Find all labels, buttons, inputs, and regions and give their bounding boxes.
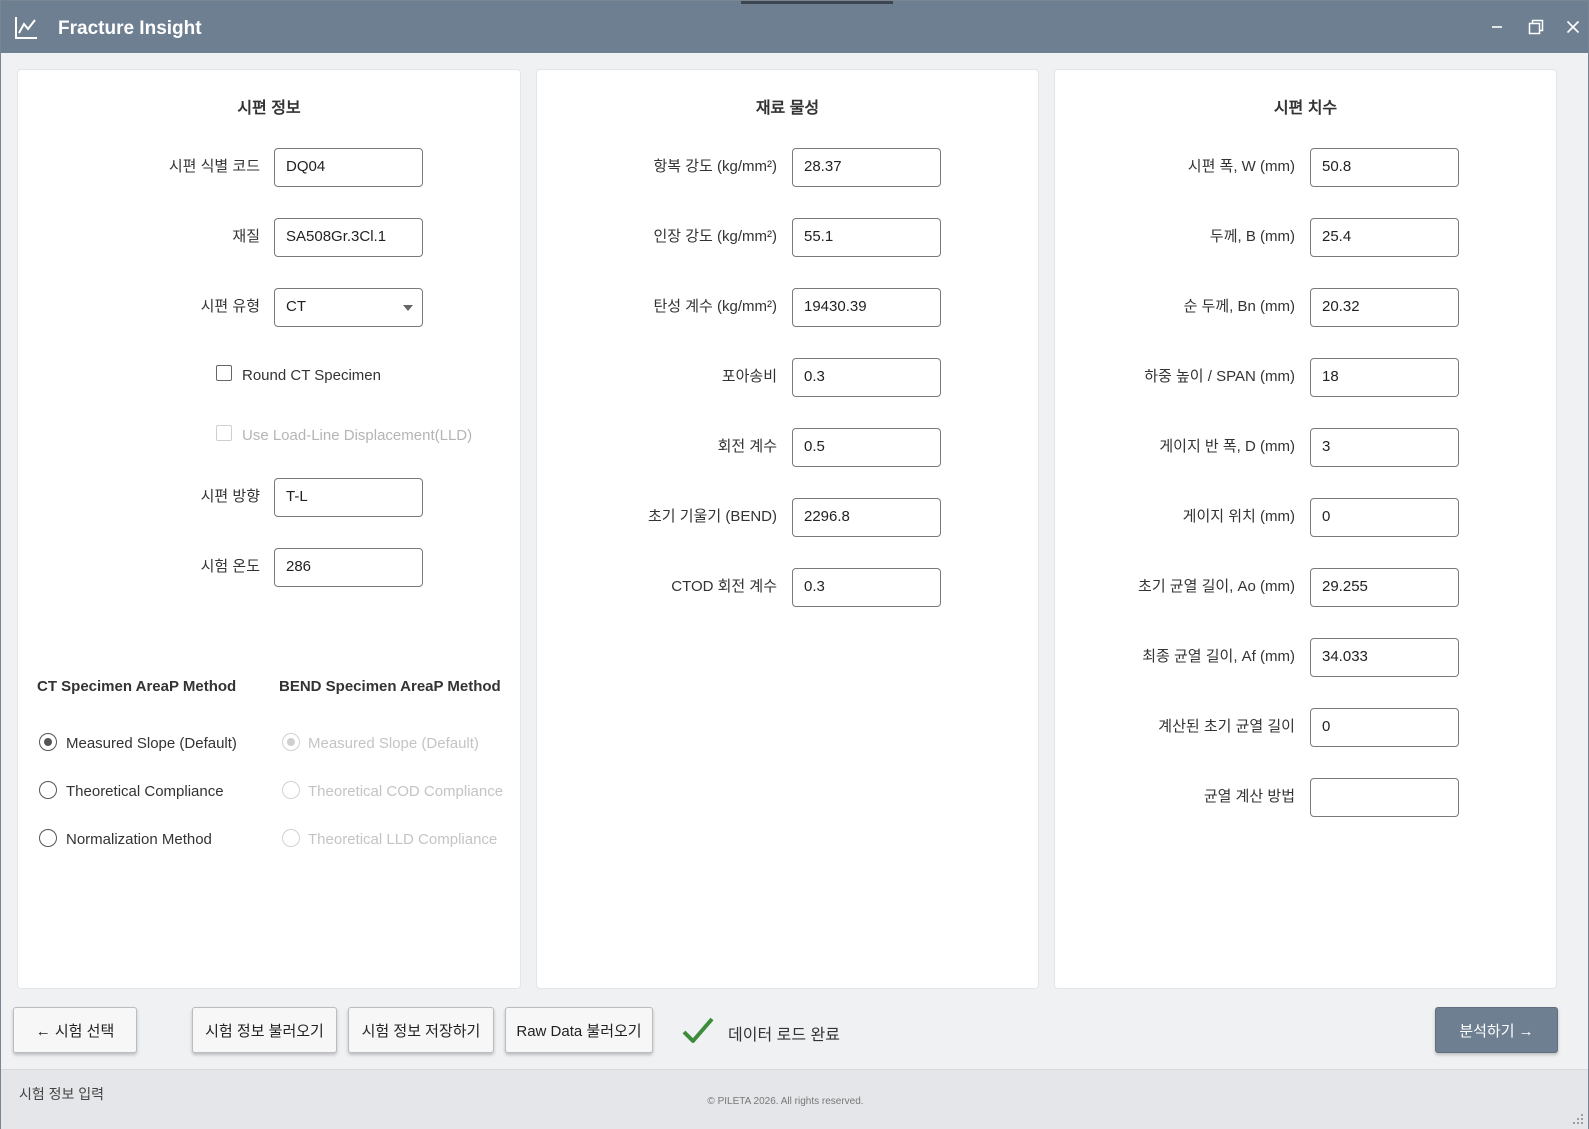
bend-method-label-lld-compliance: Theoretical LLD Compliance (308, 831, 498, 848)
analyze-button[interactable]: 분석하기 → (1435, 1007, 1558, 1053)
specimen-dimensions-panel: 시편 치수 시편 폭, W (mm) 50.8 두께, B (mm) 25.4 … (1054, 69, 1557, 989)
material-properties-panel: 재료 물성 항복 강도 (kg/mm²) 28.37 인장 강도 (kg/mm²… (536, 69, 1039, 989)
thickness-label: 두께, B (mm) (1209, 228, 1295, 245)
net-thickness-input[interactable]: 20.32 (1310, 288, 1459, 327)
bend-method-radio-lld-compliance[interactable] (282, 829, 300, 847)
yield-strength-input[interactable]: 28.37 (792, 148, 941, 187)
ct-method-label-theoretical-compliance: Theoretical Compliance (66, 783, 224, 800)
ctod-rotation-label: CTOD 회전 계수 (671, 578, 777, 595)
rotation-factor-input[interactable]: 0.5 (792, 428, 941, 467)
load-status-text: 데이터 로드 완료 (728, 1027, 840, 1044)
bend-method-title: BEND Specimen AreaP Method (279, 678, 501, 695)
initial-slope-input[interactable]: 2296.8 (792, 498, 941, 537)
specimen-type-select[interactable]: CT (274, 288, 423, 327)
title-bar-accent-line (741, 1, 893, 4)
copyright-text: © PILETA 2026. All rights reserved. (707, 1096, 864, 1107)
material-label: 재질 (232, 228, 260, 245)
restore-button[interactable] (1522, 13, 1550, 41)
calculated-crack-length-input[interactable]: 0 (1310, 708, 1459, 747)
test-temperature-label: 시험 온도 (200, 558, 260, 575)
panel-title-material: 재료 물성 (755, 100, 820, 117)
thickness-input[interactable]: 25.4 (1310, 218, 1459, 257)
orientation-input[interactable]: T-L (274, 478, 423, 517)
close-button[interactable] (1559, 13, 1587, 41)
final-crack-length-label: 최종 균열 길이, Af (mm) (1142, 648, 1295, 665)
initial-slope-label: 초기 기울기 (BEND) (647, 508, 777, 525)
rotation-factor-label: 회전 계수 (717, 438, 777, 455)
width-label: 시편 폭, W (mm) (1187, 158, 1295, 175)
close-icon (1566, 20, 1580, 34)
status-bar: 시험 정보 입력 © PILETA 2026. All rights reser… (1, 1069, 1588, 1129)
ct-method-radio-measured-slope[interactable] (39, 733, 57, 751)
tensile-strength-input[interactable]: 55.1 (792, 218, 941, 257)
round-ct-label: Round CT Specimen (242, 367, 381, 384)
bend-method-label-cod-compliance: Theoretical COD Compliance (308, 783, 504, 800)
gauge-half-width-input[interactable]: 3 (1310, 428, 1459, 467)
elastic-modulus-label: 탄성 계수 (kg/mm²) (653, 298, 777, 315)
ct-method-label-measured-slope: Measured Slope (Default) (66, 735, 237, 752)
tensile-strength-label: 인장 강도 (kg/mm²) (653, 228, 777, 245)
specimen-id-label: 시편 식별 코드 (168, 158, 260, 175)
elastic-modulus-input[interactable]: 19430.39 (792, 288, 941, 327)
back-to-test-select-button[interactable]: ← 시험 선택 (13, 1007, 137, 1053)
specimen-type-value: CT (286, 298, 306, 315)
lld-label: Use Load-Line Displacement(LLD) (242, 427, 473, 444)
gauge-half-width-label: 게이지 반 폭, D (mm) (1159, 438, 1295, 455)
load-height-span-input[interactable]: 18 (1310, 358, 1459, 397)
load-test-info-button[interactable]: 시험 정보 불러오기 (192, 1007, 337, 1053)
specimen-type-label: 시편 유형 (200, 298, 260, 315)
gauge-position-label: 게이지 위치 (mm) (1182, 508, 1295, 525)
material-input[interactable]: SA508Gr.3Cl.1 (274, 218, 423, 257)
specimen-id-input[interactable]: DQ04 (274, 148, 423, 187)
test-temperature-input[interactable]: 286 (274, 548, 423, 587)
ct-method-radio-normalization[interactable] (39, 829, 57, 847)
calculated-crack-length-label: 계산된 초기 균열 길이 (1158, 718, 1295, 735)
ct-method-radio-theoretical-compliance[interactable] (39, 781, 57, 799)
final-crack-length-input[interactable]: 34.033 (1310, 638, 1459, 677)
load-height-span-label: 하중 높이 / SPAN (mm) (1144, 368, 1295, 385)
orientation-label: 시편 방향 (200, 488, 260, 505)
width-input[interactable]: 50.8 (1310, 148, 1459, 187)
bend-method-radio-measured-slope[interactable] (282, 733, 300, 751)
crack-calc-method-label: 균열 계산 방법 (1203, 788, 1295, 805)
app-window: Fracture Insight 시편 정보 시편 식별 코드 DQ04 재질 … (0, 0, 1589, 1129)
checkmark-icon (682, 1017, 714, 1043)
lld-checkbox[interactable] (216, 425, 232, 441)
ctod-rotation-input[interactable]: 0.3 (792, 568, 941, 607)
app-title: Fracture Insight (58, 18, 202, 39)
dropdown-arrow-icon (403, 305, 413, 311)
minimize-icon (1492, 26, 1502, 28)
ct-method-title: CT Specimen AreaP Method (37, 678, 237, 695)
poisson-ratio-input[interactable]: 0.3 (792, 358, 941, 397)
yield-strength-label: 항복 강도 (kg/mm²) (653, 158, 777, 175)
round-ct-checkbox[interactable] (216, 365, 232, 381)
bend-method-radio-cod-compliance[interactable] (282, 781, 300, 799)
specimen-info-panel: 시편 정보 시편 식별 코드 DQ04 재질 SA508Gr.3Cl.1 시편 … (17, 69, 521, 989)
crack-calc-method-input[interactable] (1310, 778, 1459, 817)
resize-grip-icon[interactable] (1570, 1111, 1584, 1125)
net-thickness-label: 순 두께, Bn (mm) (1183, 298, 1295, 315)
panel-title-specimen-info: 시편 정보 (237, 100, 301, 117)
load-raw-data-button[interactable]: Raw Data 불러오기 (505, 1007, 653, 1053)
minimize-button[interactable] (1483, 13, 1511, 41)
initial-crack-length-label: 초기 균열 길이, Ao (mm) (1138, 578, 1295, 595)
initial-crack-length-input[interactable]: 29.255 (1310, 568, 1459, 607)
title-bar: Fracture Insight (1, 1, 1588, 53)
chart-line-icon (15, 17, 37, 39)
poisson-ratio-label: 포아송비 (721, 368, 777, 385)
ct-method-label-normalization: Normalization Method (66, 831, 212, 848)
gauge-position-input[interactable]: 0 (1310, 498, 1459, 537)
panel-title-dimensions: 시편 치수 (1273, 100, 1338, 117)
bend-method-label-measured-slope: Measured Slope (Default) (308, 735, 479, 752)
restore-icon (1528, 19, 1544, 35)
save-test-info-button[interactable]: 시험 정보 저장하기 (348, 1007, 494, 1053)
